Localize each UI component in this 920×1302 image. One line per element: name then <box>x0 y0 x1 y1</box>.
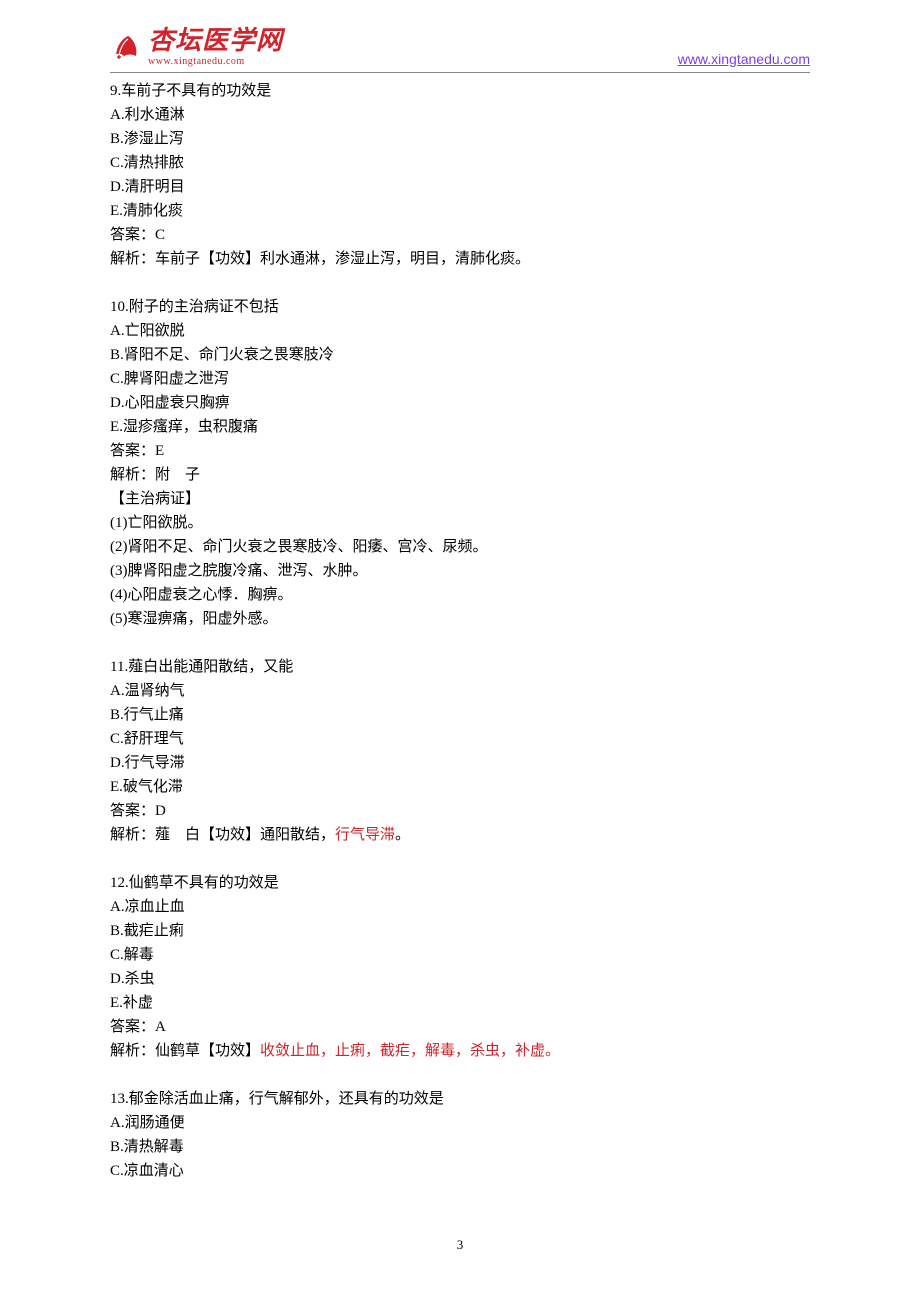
q10-item-3: (3)脾肾阳虚之脘腹冷痛、泄泻、水肿。 <box>110 559 810 583</box>
page-number: 3 <box>0 1235 920 1256</box>
logo-text: 杏坛医学网 www.xingtanedu.com <box>148 28 283 70</box>
q11-answer: 答案：D <box>110 799 810 823</box>
q11-option-b: B.行气止痛 <box>110 703 810 727</box>
q9-stem: 9.车前子不具有的功效是 <box>110 79 810 103</box>
logo-mark-icon <box>110 32 144 66</box>
q9-option-e: E.清肺化痰 <box>110 199 810 223</box>
q10-option-d: D.心阳虚衰只胸痹 <box>110 391 810 415</box>
q9-explain: 解析：车前子【功效】利水通淋，渗湿止泻，明目，清肺化痰。 <box>110 247 810 271</box>
q9-option-d: D.清肝明目 <box>110 175 810 199</box>
q10-item-1: (1)亡阳欲脱。 <box>110 511 810 535</box>
logo: 杏坛医学网 www.xingtanedu.com <box>110 28 283 70</box>
q10-item-5: (5)寒湿痹痛，阳虚外感。 <box>110 607 810 631</box>
q10-explain-1: 解析：附 子 <box>110 463 810 487</box>
q12-explain-a: 解析：仙鹤草【功效】 <box>110 1043 260 1059</box>
q13-option-b: B.清热解毒 <box>110 1135 810 1159</box>
q10-explain-2: 【主治病证】 <box>110 487 810 511</box>
q10-option-c: C.脾肾阳虚之泄泻 <box>110 367 810 391</box>
q12-option-e: E.补虚 <box>110 991 810 1015</box>
q11-option-a: A.温肾纳气 <box>110 679 810 703</box>
q12-option-b: B.截疟止痢 <box>110 919 810 943</box>
q9-option-c: C.清热排脓 <box>110 151 810 175</box>
logo-url: www.xingtanedu.com <box>148 54 283 70</box>
q10-item-2: (2)肾阳不足、命门火衰之畏寒肢冷、阳痿、宫冷、尿频。 <box>110 535 810 559</box>
q11-stem: 11.薤白出能通阳散结，又能 <box>110 655 810 679</box>
q12-stem: 12.仙鹤草不具有的功效是 <box>110 871 810 895</box>
q10-item-4: (4)心阳虚衰之心悸．胸痹。 <box>110 583 810 607</box>
q12-explain: 解析：仙鹤草【功效】收敛止血，止痢，截疟，解毒，杀虫，补虚。 <box>110 1039 810 1063</box>
q9-option-b: B.渗湿止泻 <box>110 127 810 151</box>
q12-option-a: A.凉血止血 <box>110 895 810 919</box>
q13-option-c: C.凉血清心 <box>110 1159 810 1183</box>
q11-option-c: C.舒肝理气 <box>110 727 810 751</box>
q10-answer: 答案：E <box>110 439 810 463</box>
q11-option-e: E.破气化滞 <box>110 775 810 799</box>
q12-explain-b: 收敛止血，止痢，截疟，解毒，杀虫，补虚。 <box>260 1043 560 1059</box>
q9-answer: 答案：C <box>110 223 810 247</box>
q11-explain-a: 解析：薤 白【功效】通阳散结， <box>110 827 335 843</box>
q11-explain-b: 行气导滞 <box>335 827 395 843</box>
q12-option-c: C.解毒 <box>110 943 810 967</box>
header-link[interactable]: www.xingtanedu.com <box>678 48 810 70</box>
q12-answer: 答案：A <box>110 1015 810 1039</box>
q11-option-d: D.行气导滞 <box>110 751 810 775</box>
q10-stem: 10.附子的主治病证不包括 <box>110 295 810 319</box>
q10-option-b: B.肾阳不足、命门火衰之畏寒肢冷 <box>110 343 810 367</box>
document-body: 9.车前子不具有的功效是 A.利水通淋 B.渗湿止泻 C.清热排脓 D.清肝明目… <box>0 73 920 1183</box>
page-header: 杏坛医学网 www.xingtanedu.com www.xingtanedu.… <box>110 0 810 73</box>
q11-explain: 解析：薤 白【功效】通阳散结，行气导滞。 <box>110 823 810 847</box>
q13-stem: 13.郁金除活血止痛，行气解郁外，还具有的功效是 <box>110 1087 810 1111</box>
q12-option-d: D.杀虫 <box>110 967 810 991</box>
q10-option-e: E.湿疹瘙痒，虫积腹痛 <box>110 415 810 439</box>
logo-title: 杏坛医学网 <box>148 28 283 54</box>
q11-explain-c: 。 <box>395 827 410 843</box>
q10-option-a: A.亡阳欲脱 <box>110 319 810 343</box>
q9-option-a: A.利水通淋 <box>110 103 810 127</box>
q13-option-a: A.润肠通便 <box>110 1111 810 1135</box>
